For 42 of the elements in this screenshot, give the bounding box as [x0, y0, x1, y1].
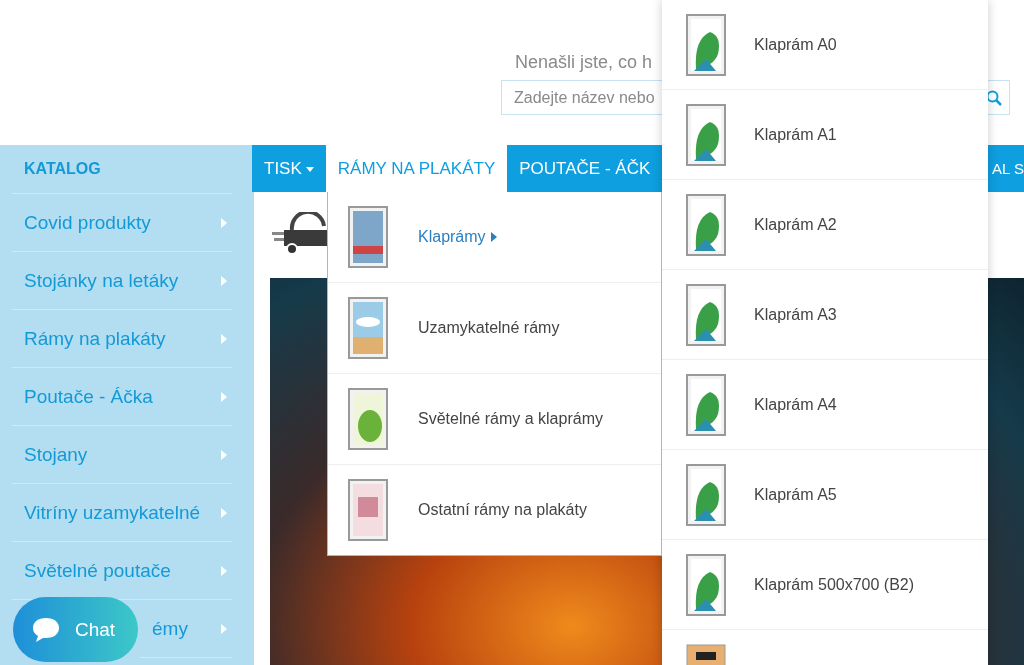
submenu-item[interactable]: Klaprám A3 [662, 270, 988, 360]
speech-bubble-icon [31, 615, 61, 644]
sidebar-item[interactable]: émy [140, 600, 232, 658]
submenu-item[interactable]: Klaprám A1 [662, 90, 988, 180]
poster-frame-icon [348, 388, 388, 450]
caret-icon [220, 275, 228, 286]
poster-frame-icon [686, 103, 726, 166]
poster-frame-icon [686, 463, 726, 526]
menu-item[interactable]: Klaprámy [328, 192, 661, 283]
submenu-item[interactable]: Klaprám A5 [662, 450, 988, 540]
catalog-title: KATALOG [12, 145, 232, 194]
caret-icon [220, 565, 228, 576]
menu-item[interactable]: Ostatní rámy na plakáty [328, 465, 661, 555]
caret-icon [220, 217, 228, 228]
sidebar-item[interactable]: Stojany [12, 426, 232, 484]
sidebar-item[interactable]: Poutače - Áčka [12, 368, 232, 426]
poster-frame-icon [348, 206, 388, 268]
caret-icon [220, 507, 228, 518]
poster-frame-icon [348, 297, 388, 359]
submenu-item[interactable]: Klaprám A4 [662, 360, 988, 450]
submenu-item[interactable]: Klaprám A2 [662, 180, 988, 270]
sidebar-item[interactable]: Stojánky na letáky [12, 252, 232, 310]
submenu-item[interactable]: Klaprám 500x700 (B2) [662, 540, 988, 630]
nav-tab[interactable]: RÁMY NA PLAKÁTY [325, 145, 508, 192]
sidebar-item[interactable]: Rámy na plakáty [12, 310, 232, 368]
sidebar-item[interactable]: Covid produkty [12, 194, 232, 252]
poster-frame-icon [686, 13, 726, 76]
menu-item[interactable]: Uzamykatelné rámy [328, 283, 661, 374]
caret-icon [220, 333, 228, 344]
search-icon[interactable] [986, 90, 1002, 106]
poster-frame-icon [348, 479, 388, 541]
poster-frame-icon [686, 193, 726, 256]
poster-frame-icon [686, 373, 726, 436]
search-prompt: Nenašli jste, co h [514, 52, 654, 74]
poster-frame-icon [686, 283, 726, 346]
caret-icon [220, 391, 228, 402]
caret-icon [220, 623, 228, 634]
submenu-item[interactable]: Klaprám A0 [662, 0, 988, 90]
poster-frame-icon [686, 553, 726, 616]
menu-item[interactable]: Světelné rámy a klaprámy [328, 374, 661, 465]
sidebar-item[interactable]: Vitríny uzamykatelné [12, 484, 232, 542]
caret-icon [220, 449, 228, 460]
